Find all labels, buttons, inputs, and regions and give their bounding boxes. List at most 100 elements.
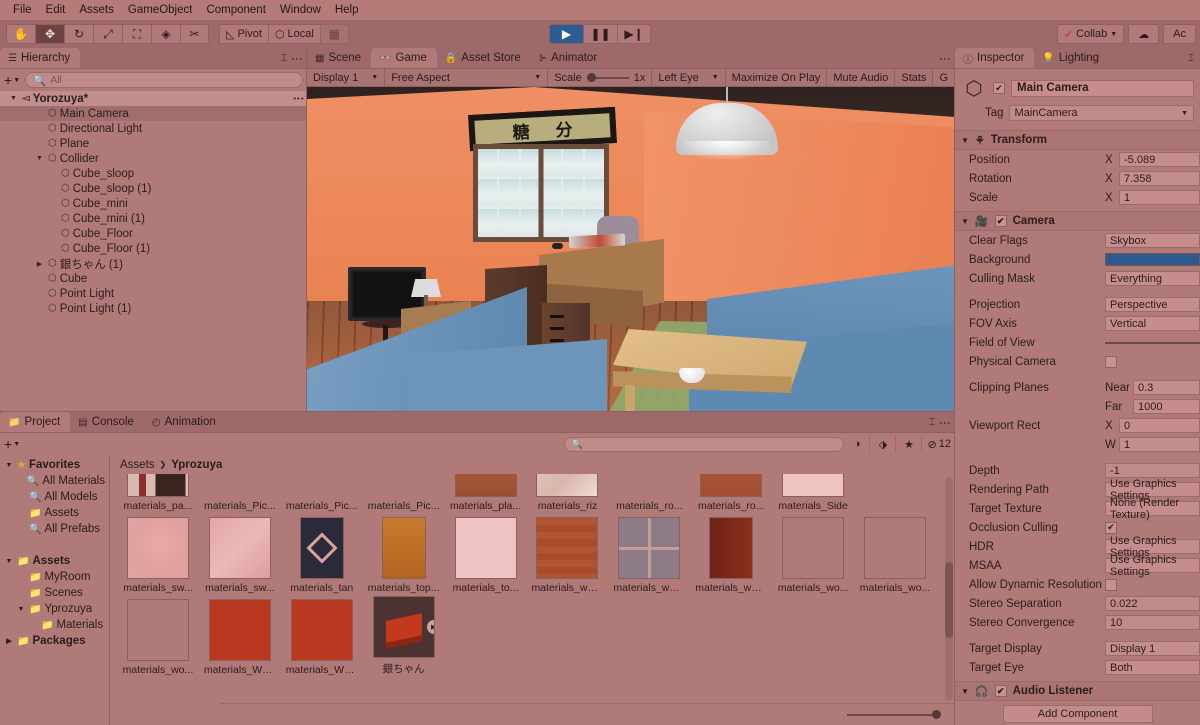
- tab-inspector[interactable]: ⓘ Inspector: [955, 48, 1035, 68]
- handle-space-toggle-button[interactable]: ⬡ Local: [267, 24, 320, 44]
- disclosure-triangle-icon[interactable]: ▼: [4, 558, 14, 565]
- asset-item[interactable]: materials_Pic...: [200, 474, 280, 512]
- property-field[interactable]: 7.358: [1119, 171, 1200, 186]
- account-button[interactable]: Ac: [1163, 24, 1196, 44]
- component-header-audio-listener[interactable]: ▼ 🎧 ✔ Audio Listener: [955, 681, 1200, 701]
- hierarchy-item-directional-light[interactable]: ⬡ Directional Light: [0, 121, 307, 136]
- asset-item[interactable]: materials_Pic...: [282, 474, 362, 512]
- project-tree-item-assets[interactable]: 📁 Assets: [0, 505, 109, 521]
- hierarchy-item-cube-sloop[interactable]: ⬡ Cube_sloop: [0, 166, 307, 181]
- eye-dropdown[interactable]: Left Eye ▼: [652, 69, 726, 86]
- collab-button[interactable]: ✔ Collab ▼: [1056, 24, 1125, 44]
- pivot-toggle-button[interactable]: ◺ Pivot: [219, 24, 268, 44]
- disclosure-triangle-icon[interactable]: ▼: [4, 462, 14, 469]
- tab-hierarchy[interactable]: ☰ Hierarchy: [0, 48, 81, 68]
- scene-context-menu-icon[interactable]: ⋮: [292, 93, 304, 104]
- asset-item[interactable]: [855, 474, 935, 512]
- asset-item[interactable]: materials_pa...: [118, 474, 198, 512]
- hierarchy-item-cube-floor[interactable]: ⬡ Cube_Floor: [0, 226, 307, 241]
- mute-audio-toggle[interactable]: Mute Audio: [827, 69, 896, 86]
- asset-item[interactable]: materials_wo...: [118, 596, 198, 676]
- tab-game[interactable]: 👓 Game: [371, 48, 437, 68]
- rect-tool-icon[interactable]: ⛶: [122, 24, 151, 44]
- hierarchy-item-point-light[interactable]: ⬡ Point Light: [0, 286, 307, 301]
- project-tree-item-yprozuya[interactable]: ▼ 📁 Yprozuya: [0, 601, 109, 617]
- add-component-button[interactable]: Add Component: [1002, 705, 1153, 723]
- project-tree-item-all-prefabs[interactable]: 🔍 All Prefabs: [0, 521, 109, 537]
- property-field[interactable]: 1000: [1133, 399, 1200, 414]
- asset-item[interactable]: materials_tan: [282, 514, 362, 594]
- property-field[interactable]: -1: [1105, 463, 1200, 478]
- hierarchy-item-cube-mini[interactable]: ⬡ Cube_mini: [0, 196, 307, 211]
- object-name-field[interactable]: Main Camera: [1011, 79, 1194, 97]
- property-checkbox[interactable]: [1105, 578, 1117, 591]
- asset-grid[interactable]: materials_pa... materials_Pic... materials…: [110, 474, 943, 703]
- type-filter-icon[interactable]: ◑: [846, 435, 870, 453]
- object-enabled-checkbox[interactable]: ✔: [993, 82, 1005, 94]
- rotate-tool-icon[interactable]: ↻: [64, 24, 93, 44]
- property-checkbox[interactable]: [1105, 355, 1117, 368]
- property-dropdown[interactable]: Use Graphics Settings: [1105, 478, 1200, 502]
- maximize-on-play-toggle[interactable]: Maximize On Play: [726, 69, 828, 86]
- property-field[interactable]: 1: [1119, 190, 1200, 205]
- aspect-dropdown[interactable]: Free Aspect ▼: [385, 69, 549, 86]
- scale-slider[interactable]: Scale 1x: [548, 69, 653, 86]
- menu-item-component[interactable]: Component: [199, 2, 272, 18]
- project-menu-icon[interactable]: ⋮: [938, 417, 952, 429]
- asset-item[interactable]: materials_riz: [528, 474, 608, 512]
- tab-asset-store[interactable]: 🔒 Asset Store: [437, 48, 531, 68]
- tab-project[interactable]: 📁 Project: [0, 412, 71, 432]
- scale-knob[interactable]: [586, 72, 596, 82]
- project-tree-item-all-models[interactable]: 🔍 All Models: [0, 489, 109, 505]
- property-checkbox[interactable]: ✔: [1105, 521, 1117, 534]
- disclosure-triangle-icon[interactable]: ▼: [961, 136, 969, 145]
- tab-animator[interactable]: ⊱ Animator: [531, 48, 607, 68]
- property-dropdown[interactable]: Everything: [1105, 271, 1200, 286]
- property-field[interactable]: 0.3: [1133, 380, 1200, 395]
- lock-icon[interactable]: ⌶: [1188, 53, 1194, 64]
- tag-dropdown[interactable]: MainCamera ▼: [1008, 105, 1194, 121]
- asset-item[interactable]: materials_Wo...: [200, 596, 280, 676]
- pause-button[interactable]: ❚❚: [583, 24, 617, 44]
- move-tool-icon[interactable]: ✥: [35, 24, 64, 44]
- asset-item[interactable]: materials_wo...: [773, 514, 853, 594]
- disclosure-triangle-icon[interactable]: ▼: [16, 606, 26, 613]
- property-dropdown[interactable]: Display 1: [1105, 641, 1200, 656]
- grid-snap-icon[interactable]: ▦: [319, 24, 349, 44]
- component-enabled-checkbox[interactable]: ✔: [994, 685, 1007, 697]
- asset-item[interactable]: ▶ 銀ちゃん: [364, 596, 444, 676]
- disclosure-triangle-icon[interactable]: ▼: [961, 217, 969, 226]
- menu-item-assets[interactable]: Assets: [72, 2, 121, 18]
- asset-item[interactable]: materials_sw...: [118, 514, 198, 594]
- project-tree-item-myroom[interactable]: 📁 MyRoom: [0, 569, 109, 585]
- asset-item[interactable]: materials_pla...: [446, 474, 526, 512]
- disclosure-triangle-icon[interactable]: ▼: [34, 155, 45, 162]
- project-add-button[interactable]: + ▼: [4, 436, 20, 452]
- property-field[interactable]: 10: [1105, 615, 1200, 630]
- transform-tool-icon[interactable]: ◈: [151, 24, 180, 44]
- scale-tool-icon[interactable]: ⤢: [93, 24, 122, 44]
- property-field[interactable]: 0: [1119, 418, 1200, 433]
- tab-animation[interactable]: ◴ Animation: [144, 412, 226, 432]
- disclosure-triangle-icon[interactable]: ▼: [961, 687, 969, 696]
- field-of-view-slider[interactable]: [1105, 341, 1200, 344]
- hierarchy-item-point-light-1[interactable]: ⬡ Point Light (1): [0, 301, 307, 316]
- property-field[interactable]: 1: [1119, 437, 1200, 452]
- menu-item-gameobject[interactable]: GameObject: [121, 2, 200, 18]
- asset-item[interactable]: materials_wo...: [855, 514, 935, 594]
- divider-hierarchy-game[interactable]: [306, 48, 307, 412]
- background-color-swatch[interactable]: [1105, 253, 1200, 266]
- disclosure-triangle-icon[interactable]: ▼: [8, 95, 19, 102]
- hierarchy-item-yorozuya[interactable]: ▼ ◅ Yorozuya* ⋮: [0, 91, 307, 106]
- cloud-icon[interactable]: ☁: [1128, 24, 1160, 44]
- disclosure-triangle-icon[interactable]: ▶: [34, 260, 45, 268]
- project-tree-item-all-materials[interactable]: 🔍 All Materials: [0, 473, 109, 489]
- component-enabled-checkbox[interactable]: ✔: [994, 215, 1007, 227]
- hierarchy-item-cube-mini-1[interactable]: ⬡ Cube_mini (1): [0, 211, 307, 226]
- zoom-knob[interactable]: [932, 709, 941, 719]
- project-tree-item-materials[interactable]: 📁 Materials: [0, 617, 109, 633]
- property-field[interactable]: -5.089: [1119, 152, 1200, 167]
- asset-item[interactable]: materials_ro...: [691, 474, 771, 512]
- hierarchy-add-button[interactable]: + ▼: [4, 72, 20, 88]
- divider-top-bottom[interactable]: [0, 411, 955, 412]
